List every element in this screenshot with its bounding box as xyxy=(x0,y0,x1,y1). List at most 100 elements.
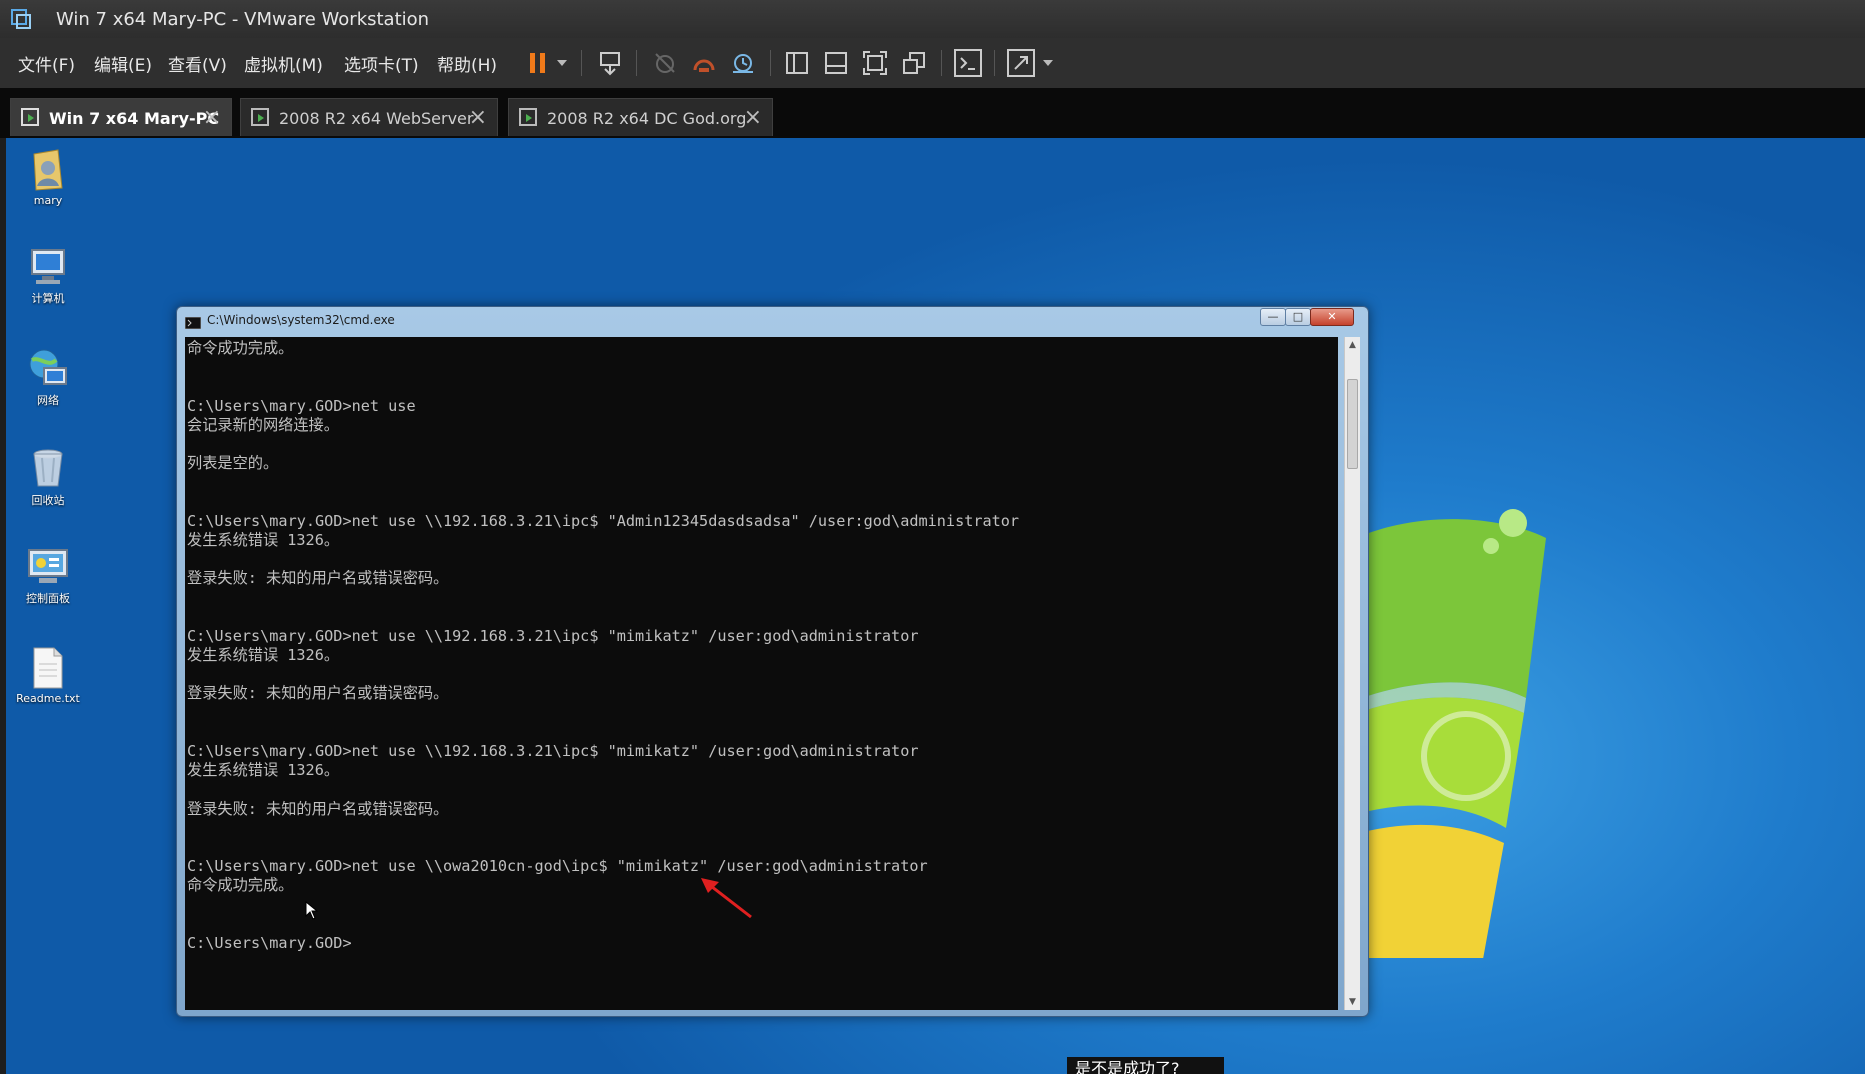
console-line: 命令成功完成。 xyxy=(187,339,294,357)
recycle-bin-icon xyxy=(33,449,63,487)
menu-edit[interactable]: 编辑(E) xyxy=(94,51,152,76)
user-folder-icon xyxy=(33,149,63,191)
send-ctrl-alt-del-icon[interactable] xyxy=(594,47,626,79)
tab-label: Win 7 x64 Mary-PC xyxy=(49,109,220,128)
scroll-down-icon[interactable]: ▼ xyxy=(1345,994,1360,1010)
computer-icon xyxy=(31,249,65,284)
maximize-button[interactable]: □ xyxy=(1285,308,1311,326)
console-line: C:\Users\mary.GOD>net use \\owa2010cn-go… xyxy=(187,857,928,876)
console-line: 会记录新的网络连接。 xyxy=(187,415,339,434)
menu-toolbar: 文件(F) 编辑(E) 查看(V) 虚拟机(M) 选项卡(T) 帮助(H) xyxy=(0,38,1865,89)
console-output[interactable]: 命令成功完成。 C:\Users\mary.GOD>net use 会记录新的网络连… xyxy=(185,337,1338,1010)
desktop-icon-label: Readme.txt xyxy=(16,692,80,705)
desktop-icon-control-panel[interactable]: 控制面板 xyxy=(12,546,84,606)
cmd-window[interactable]: C:\Windows\system32\cmd.exe — □ ✕ 命令成功完成… xyxy=(176,306,1369,1017)
dropdown-icon[interactable] xyxy=(552,47,572,79)
console-line: 发生系统错误 1326。 xyxy=(187,530,340,549)
console-line: 登录失败: 未知的用户名或错误密码。 xyxy=(187,569,449,588)
tab-label: 2008 R2 x64 DC God.org xyxy=(547,109,747,128)
desktop-icon-label: 回收站 xyxy=(31,494,65,507)
close-icon[interactable]: × xyxy=(203,105,221,130)
network-icon xyxy=(29,349,67,385)
console-line: C:\Users\mary.GOD>net use \\192.168.3.21… xyxy=(187,741,919,760)
console-icon[interactable] xyxy=(952,47,984,79)
console-line: 发生系统错误 1326。 xyxy=(187,646,340,664)
desktop-icon-mary[interactable]: mary xyxy=(12,146,84,207)
close-icon[interactable]: × xyxy=(744,105,762,130)
tab-2008r2-webserver[interactable]: 2008 R2 x64 WebServer × xyxy=(240,98,498,136)
console-scrollbar[interactable]: ▲ ▼ xyxy=(1344,337,1360,1010)
console-line: 发生系统错误 1326。 xyxy=(187,761,340,780)
view-thumbnail-icon[interactable] xyxy=(820,47,852,79)
cmd-app-icon xyxy=(184,314,202,333)
desktop-icon-label: 计算机 xyxy=(31,292,65,305)
menu-tabs[interactable]: 选项卡(T) xyxy=(344,51,419,76)
vm-tab-bar: Win 7 x64 Mary-PC × 2008 R2 x64 WebServe… xyxy=(0,88,1865,138)
vm-icon xyxy=(251,108,271,132)
toolbar-divider xyxy=(581,50,582,76)
vmware-titlebar: Win 7 x64 Mary-PC - VMware Workstation xyxy=(0,0,1865,38)
guest-desktop[interactable]: mary 计算机 网络 回收站 控制面板 Readme.txt C:\Windo… xyxy=(6,138,1865,1074)
menu-file[interactable]: 文件(F) xyxy=(18,51,75,76)
vm-icon xyxy=(519,108,539,132)
console-line: C:\Users\mary.GOD>net use xyxy=(187,396,416,415)
pause-icon[interactable] xyxy=(522,47,554,79)
toolbar-divider xyxy=(941,50,942,76)
minimize-button[interactable]: — xyxy=(1260,308,1286,326)
console-line: 列表是空的。 xyxy=(187,454,279,473)
tab-2008r2-dc-god-org[interactable]: 2008 R2 x64 DC God.org × xyxy=(508,98,773,136)
desktop-icon-computer[interactable]: 计算机 xyxy=(12,246,84,306)
full-screen-icon[interactable] xyxy=(859,47,891,79)
view-library-icon[interactable] xyxy=(781,47,813,79)
console-line: 登录失败: 未知的用户名或错误密码。 xyxy=(187,684,449,703)
scroll-thumb[interactable] xyxy=(1347,379,1358,469)
desktop-icon-readme[interactable]: Readme.txt xyxy=(12,646,84,705)
console-lines: 命令成功完成。 C:\Users\mary.GOD>net use 会记录新的网络连… xyxy=(187,339,1019,953)
unity-icon[interactable] xyxy=(898,47,930,79)
console-line: 命令成功完成。 xyxy=(187,876,294,895)
vm-icon xyxy=(21,108,41,132)
mouse-cursor-icon xyxy=(305,901,319,920)
cmd-title: C:\Windows\system32\cmd.exe xyxy=(207,313,395,327)
control-panel-icon xyxy=(28,549,68,583)
stretch-icon[interactable] xyxy=(1005,47,1037,79)
snapshot-manager-icon[interactable] xyxy=(727,47,759,79)
revert-snapshot-icon[interactable] xyxy=(688,47,720,79)
window-title: Win 7 x64 Mary-PC - VMware Workstation xyxy=(56,9,430,30)
menu-view[interactable]: 查看(V) xyxy=(168,51,227,76)
desktop-icon-network[interactable]: 网络 xyxy=(12,346,84,408)
dropdown-icon[interactable] xyxy=(1038,47,1058,79)
snapshot-icon[interactable] xyxy=(649,47,681,79)
close-icon[interactable]: × xyxy=(469,105,487,130)
menu-help[interactable]: 帮助(H) xyxy=(437,51,497,76)
desktop-icon-label: 控制面板 xyxy=(26,592,70,605)
tab-win7-mary-pc[interactable]: Win 7 x64 Mary-PC × xyxy=(10,98,232,136)
tab-label: 2008 R2 x64 WebServer xyxy=(279,109,474,128)
scroll-up-icon[interactable]: ▲ xyxy=(1345,337,1360,353)
desktop-icon-recycle-bin[interactable]: 回收站 xyxy=(12,446,84,508)
desktop-icon-label: mary xyxy=(33,194,63,207)
console-line: C:\Users\mary.GOD>net use \\192.168.3.21… xyxy=(187,511,1020,530)
desktop-icon-label: 网络 xyxy=(37,394,59,407)
console-line: C:\Users\mary.GOD>net use \\192.168.3.21… xyxy=(187,626,919,645)
toolbar-divider xyxy=(636,50,637,76)
menu-vm[interactable]: 虚拟机(M) xyxy=(244,51,323,76)
close-button[interactable]: ✕ xyxy=(1310,308,1354,326)
toolbar-divider xyxy=(994,50,995,76)
video-subtitle: 是不是成功了? xyxy=(1067,1057,1224,1074)
console-line: 登录失败: 未知的用户名或错误密码。 xyxy=(187,799,449,818)
